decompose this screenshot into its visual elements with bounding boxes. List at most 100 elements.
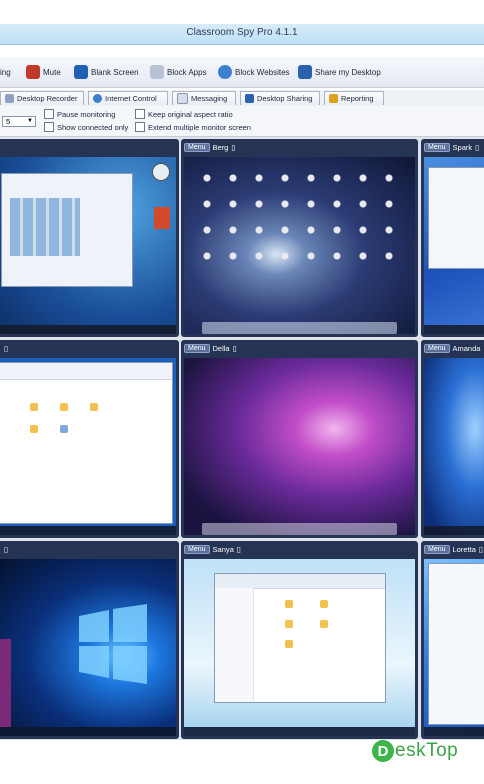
checkbox-box[interactable]	[135, 109, 145, 119]
keep-aspect-checkbox[interactable]: Keep original aspect ratio	[135, 109, 233, 119]
student-panel[interactable]	[0, 139, 179, 337]
windows-logo-icon	[79, 604, 147, 684]
window-icon: ▯	[232, 344, 237, 353]
taskbar	[0, 727, 176, 736]
window-icon: ▯	[4, 545, 9, 554]
tab-messaging[interactable]: Messaging	[172, 91, 236, 105]
window-thumbnail	[428, 167, 484, 269]
grid-size-select[interactable]: 5 ▼	[2, 116, 36, 127]
pause-monitoring-checkbox[interactable]: Pause monitoring	[44, 109, 115, 119]
toolbar-item-label: Blank Screen	[91, 67, 139, 77]
start-menu-tiles	[0, 639, 11, 731]
tab-label: Desktop Sharing	[257, 94, 313, 103]
logo-text: eskTop	[395, 740, 459, 761]
student-panel-berg[interactable]: Menu Berg ▯	[181, 139, 418, 337]
recorder-icon	[5, 94, 14, 103]
desktop-thumbnail[interactable]	[424, 358, 484, 535]
desktop-thumbnail[interactable]	[0, 157, 176, 334]
desktop-thumbnail[interactable]	[184, 358, 415, 535]
globe-block-icon	[218, 65, 232, 79]
internet-icon	[93, 94, 102, 103]
panel-header: Menu Spark ▯	[421, 139, 484, 156]
window-thumbnail	[1, 173, 133, 287]
file-explorer-window	[214, 573, 386, 703]
panel-menu-button[interactable]: Menu	[184, 143, 210, 152]
tab-desktop-recorder[interactable]: Desktop Recorder	[0, 91, 84, 105]
student-panel[interactable]: ▯	[0, 340, 179, 538]
sharing-icon	[245, 94, 254, 103]
student-panel-amanda[interactable]: Menu Amanda	[421, 340, 484, 538]
checkbox-label: Pause monitoring	[57, 109, 116, 119]
share-desktop-button[interactable]: Share my Desktop	[298, 64, 381, 80]
tab-internet-control[interactable]: Internet Control	[88, 91, 168, 105]
window-icon: ▯	[236, 545, 241, 554]
show-connected-checkbox[interactable]: Show connected only	[44, 122, 128, 132]
block-apps-button[interactable]: Block Apps	[150, 64, 207, 80]
desktop-thumbnail[interactable]	[424, 559, 484, 736]
dock	[202, 322, 397, 334]
tab-label: Messaging	[191, 94, 228, 103]
student-panel[interactable]: ▯	[0, 541, 179, 739]
window-icon: ▯	[4, 344, 9, 353]
tab-label: Reporting	[341, 94, 374, 103]
checkbox-label: Show connected only	[57, 122, 129, 132]
student-name: Della	[212, 344, 230, 353]
student-name: Loretta	[452, 545, 476, 554]
student-panel-loretta[interactable]: Menu Loretta ▯	[421, 541, 484, 739]
window-title: Classroom Spy Pro 4.1.1	[186, 27, 298, 38]
checkbox-box[interactable]	[44, 109, 54, 119]
extend-monitor-checkbox[interactable]: Extend multiple monitor screen	[135, 122, 251, 132]
window-icon: ▯	[231, 143, 236, 152]
desktop-thumbnail[interactable]	[184, 157, 415, 334]
desktop-thumbnail[interactable]	[0, 559, 176, 736]
panel-menu-button[interactable]: Menu	[184, 545, 210, 554]
panel-header: Menu Berg ▯	[181, 139, 418, 156]
taskbar	[0, 325, 176, 334]
file-explorer-window	[0, 362, 173, 524]
desktop-thumbnail[interactable]	[424, 157, 484, 334]
panel-header	[0, 139, 179, 156]
mute-icon	[26, 65, 40, 79]
tab-reporting[interactable]: Reporting	[324, 91, 384, 105]
title-bar: Classroom Spy Pro 4.1.1	[0, 24, 484, 45]
taskbar	[424, 526, 484, 535]
tab-strip: Desktop Recorder Internet Control Messag…	[0, 90, 484, 106]
student-name: Berg	[212, 143, 229, 152]
student-panel-della[interactable]: Menu Della ▯	[181, 340, 418, 538]
reporting-icon	[329, 94, 338, 103]
taskbar	[424, 727, 484, 736]
panel-menu-button[interactable]: Menu	[184, 344, 210, 353]
desktop-thumbnail[interactable]	[0, 358, 176, 535]
mute-button[interactable]: Mute	[26, 64, 61, 80]
checkbox-label: Keep original aspect ratio	[148, 109, 233, 119]
logo-letter: D	[372, 740, 394, 762]
panel-header: Menu Loretta ▯	[421, 541, 484, 558]
student-panel-sanya[interactable]: Menu Sanya ▯	[181, 541, 418, 739]
select-value: 5	[6, 117, 11, 126]
block-websites-button[interactable]: Block Websites	[218, 64, 290, 80]
monitor-icon	[74, 65, 88, 79]
main-toolbar: ing Mute Blank Screen Block Apps Block W…	[0, 57, 484, 88]
panel-header: Menu Amanda	[421, 340, 484, 357]
share-desktop-icon	[298, 65, 312, 79]
blank-screen-button[interactable]: Blank Screen	[74, 64, 139, 80]
dock	[202, 523, 397, 535]
messaging-button[interactable]: ing	[0, 64, 11, 80]
checkbox-box[interactable]	[135, 122, 145, 132]
desktop-thumbnail[interactable]	[184, 559, 415, 736]
block-apps-icon	[150, 65, 164, 79]
tab-desktop-sharing[interactable]: Desktop Sharing	[240, 91, 320, 105]
panel-header: ▯	[0, 340, 179, 357]
taskbar	[184, 727, 415, 736]
window-icon: ▯	[475, 143, 480, 152]
toolbar-item-label: Mute	[43, 67, 61, 77]
tab-label: Desktop Recorder	[17, 94, 78, 103]
checkbox-box[interactable]	[44, 122, 54, 132]
student-panel-spark[interactable]: Menu Spark ▯	[421, 139, 484, 337]
messaging-icon	[177, 93, 188, 104]
panel-menu-button[interactable]: Menu	[424, 545, 450, 554]
window-icon: ▯	[478, 545, 484, 554]
options-bar: 5 ▼ Pause monitoring Show connected only…	[0, 106, 484, 137]
panel-menu-button[interactable]: Menu	[424, 143, 450, 152]
panel-menu-button[interactable]: Menu	[424, 344, 450, 353]
